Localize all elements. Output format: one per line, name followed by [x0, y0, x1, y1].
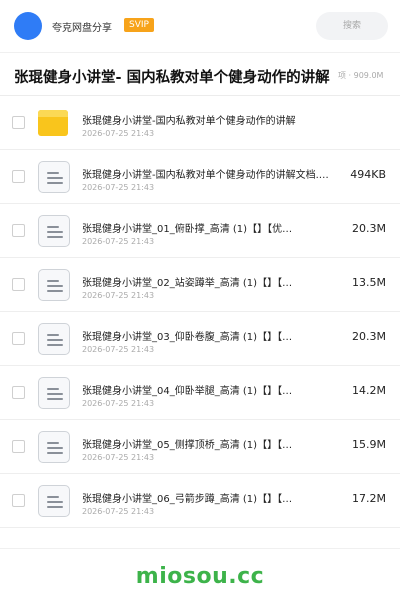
select-checkbox[interactable] — [12, 278, 25, 291]
document-icon — [38, 485, 70, 517]
list-item[interactable]: 张琨健身小讲堂-国内私教对单个健身动作的讲解 2026-07-25 21:43 — [0, 96, 400, 150]
file-name[interactable]: 张琨健身小讲堂_05_侧撑顶桥_高清 (1)【】【… — [82, 436, 316, 451]
search-input[interactable] — [316, 12, 388, 40]
document-icon — [38, 323, 70, 355]
document-icon — [38, 431, 70, 463]
file-date: 2026-07-25 21:43 — [82, 345, 155, 354]
file-size: 20.3M — [352, 222, 386, 235]
file-name[interactable]: 张琨健身小讲堂-国内私教对单个健身动作的讲解文档.… — [82, 166, 354, 181]
file-name[interactable]: 张琨健身小讲堂_02_站姿蹲举_高清 (1)【】【… — [82, 274, 316, 289]
file-size: 17.2M — [352, 492, 386, 505]
file-date: 2026-07-25 21:43 — [82, 129, 155, 138]
document-icon — [38, 161, 70, 193]
share-title: 夸克网盘分享 — [52, 23, 112, 34]
file-date: 2026-07-25 21:43 — [82, 507, 155, 516]
file-name[interactable]: 张琨健身小讲堂_03_仰卧卷腹_高清 (1)【】【… — [82, 328, 316, 343]
page-title: 张琨健身小讲堂- 国内私教对单个健身动作的讲解 — [14, 70, 330, 86]
app-header: 夸克网盘分享 SVIP — [0, 0, 400, 52]
folder-meta: 项 · 909.0M — [338, 71, 384, 80]
document-icon — [38, 377, 70, 409]
select-checkbox[interactable] — [12, 494, 25, 507]
file-size: 20.3M — [352, 330, 386, 343]
file-name[interactable]: 张琨健身小讲堂_01_俯卧撑_高清 (1)【】【优… — [82, 220, 316, 235]
list-item[interactable]: 张琨健身小讲堂_04_仰卧举腿_高清 (1)【】【… 2026-07-25 21… — [0, 366, 400, 420]
quark-logo-icon — [14, 12, 42, 40]
file-size: 494KB — [350, 168, 386, 181]
file-date: 2026-07-25 21:43 — [82, 237, 155, 246]
document-icon — [38, 269, 70, 301]
file-date: 2026-07-25 21:43 — [82, 399, 155, 408]
file-size: 13.5M — [352, 276, 386, 289]
folder-title-row: 张琨健身小讲堂- 国内私教对单个健身动作的讲解 项 · 909.0M — [0, 52, 400, 96]
watermark-brand: miosou.cc — [135, 564, 265, 589]
file-date: 2026-07-25 21:43 — [82, 453, 155, 462]
select-checkbox[interactable] — [12, 332, 25, 345]
select-checkbox[interactable] — [12, 386, 25, 399]
file-list: 张琨健身小讲堂-国内私教对单个健身动作的讲解 2026-07-25 21:43 … — [0, 96, 400, 528]
list-item[interactable]: 张琨健身小讲堂_01_俯卧撑_高清 (1)【】【优… 2026-07-25 21… — [0, 204, 400, 258]
list-item[interactable]: 张琨健身小讲堂-国内私教对单个健身动作的讲解文档.… 2026-07-25 21… — [0, 150, 400, 204]
file-name[interactable]: 张琨健身小讲堂_06_弓箭步蹲_高清 (1)【】【… — [82, 490, 316, 505]
file-size: 15.9M — [352, 438, 386, 451]
file-date: 2026-07-25 21:43 — [82, 183, 155, 192]
select-checkbox[interactable] — [12, 224, 25, 237]
footer: miosou.cc — [0, 548, 400, 600]
file-size: 14.2M — [352, 384, 386, 397]
svip-badge: SVIP — [124, 18, 154, 32]
list-item[interactable]: 张琨健身小讲堂_05_侧撑顶桥_高清 (1)【】【… 2026-07-25 21… — [0, 420, 400, 474]
file-date: 2026-07-25 21:43 — [82, 291, 155, 300]
select-checkbox[interactable] — [12, 440, 25, 453]
list-item[interactable]: 张琨健身小讲堂_02_站姿蹲举_高清 (1)【】【… 2026-07-25 21… — [0, 258, 400, 312]
folder-icon — [38, 107, 70, 139]
file-name[interactable]: 张琨健身小讲堂_04_仰卧举腿_高清 (1)【】【… — [82, 382, 316, 397]
select-checkbox[interactable] — [12, 116, 25, 129]
list-item[interactable]: 张琨健身小讲堂_03_仰卧卷腹_高清 (1)【】【… 2026-07-25 21… — [0, 312, 400, 366]
select-checkbox[interactable] — [12, 170, 25, 183]
list-item[interactable]: 张琨健身小讲堂_06_弓箭步蹲_高清 (1)【】【… 2026-07-25 21… — [0, 474, 400, 528]
document-icon — [38, 215, 70, 247]
file-name[interactable]: 张琨健身小讲堂-国内私教对单个健身动作的讲解 — [82, 112, 354, 127]
